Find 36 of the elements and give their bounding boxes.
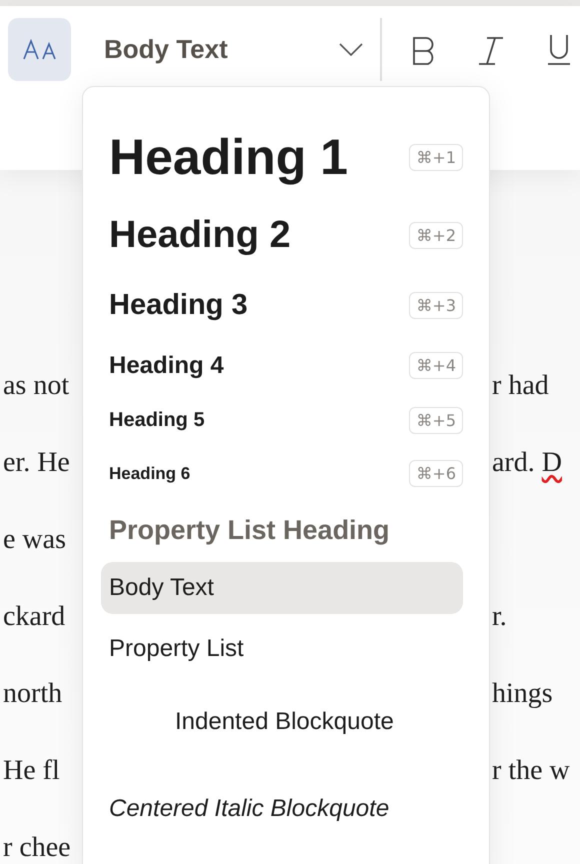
document-text: er. He (2, 446, 70, 478)
document-text: r the w (492, 754, 570, 786)
style-option[interactable]: Heading 5 (101, 402, 410, 438)
shortcut-badge: ⌘+1 (409, 144, 463, 170)
shortcut-badge: ⌘+6 (409, 460, 463, 487)
style-option[interactable]: Heading 4 (101, 346, 410, 386)
style-option[interactable]: Indented Blockquote (101, 702, 463, 742)
style-option[interactable]: Body Text (101, 562, 463, 614)
italic-icon[interactable] (478, 36, 504, 66)
shortcut-badge: ⌘+2 (409, 222, 463, 248)
style-option[interactable]: Heading 6 (101, 458, 410, 490)
document-text: e was (2, 524, 66, 556)
document-text: ckard (2, 600, 66, 632)
document-text: as not (2, 370, 70, 402)
letters-icon (22, 38, 56, 60)
chevron-down-icon (339, 42, 363, 56)
style-option[interactable]: Heading 2 (101, 208, 410, 262)
document-text: He fl (2, 754, 60, 786)
document-text: ard. (492, 446, 535, 478)
style-option[interactable]: Property List (101, 629, 463, 669)
shortcut-badge: ⌘+3 (409, 292, 463, 318)
document-text: r chee (2, 832, 71, 864)
shortcut-badge: ⌘+4 (409, 352, 463, 379)
style-option[interactable]: Centered Italic Blockquote (101, 789, 463, 829)
style-option[interactable]: Property List Heading (101, 508, 463, 552)
font-size-button[interactable] (8, 18, 71, 81)
style-dropdown[interactable]: Body Text (71, 18, 371, 81)
shortcut-badge: ⌘+5 (409, 406, 463, 434)
document-text: hings (492, 678, 553, 710)
document-text: north (2, 678, 62, 710)
style-option[interactable]: Heading 3 (101, 282, 410, 328)
document-text: r. (492, 600, 507, 632)
document-text: r had (492, 370, 549, 402)
style-option[interactable]: Heading 1 (101, 122, 410, 192)
document-text: D (542, 446, 562, 478)
underline-icon[interactable] (548, 34, 570, 66)
